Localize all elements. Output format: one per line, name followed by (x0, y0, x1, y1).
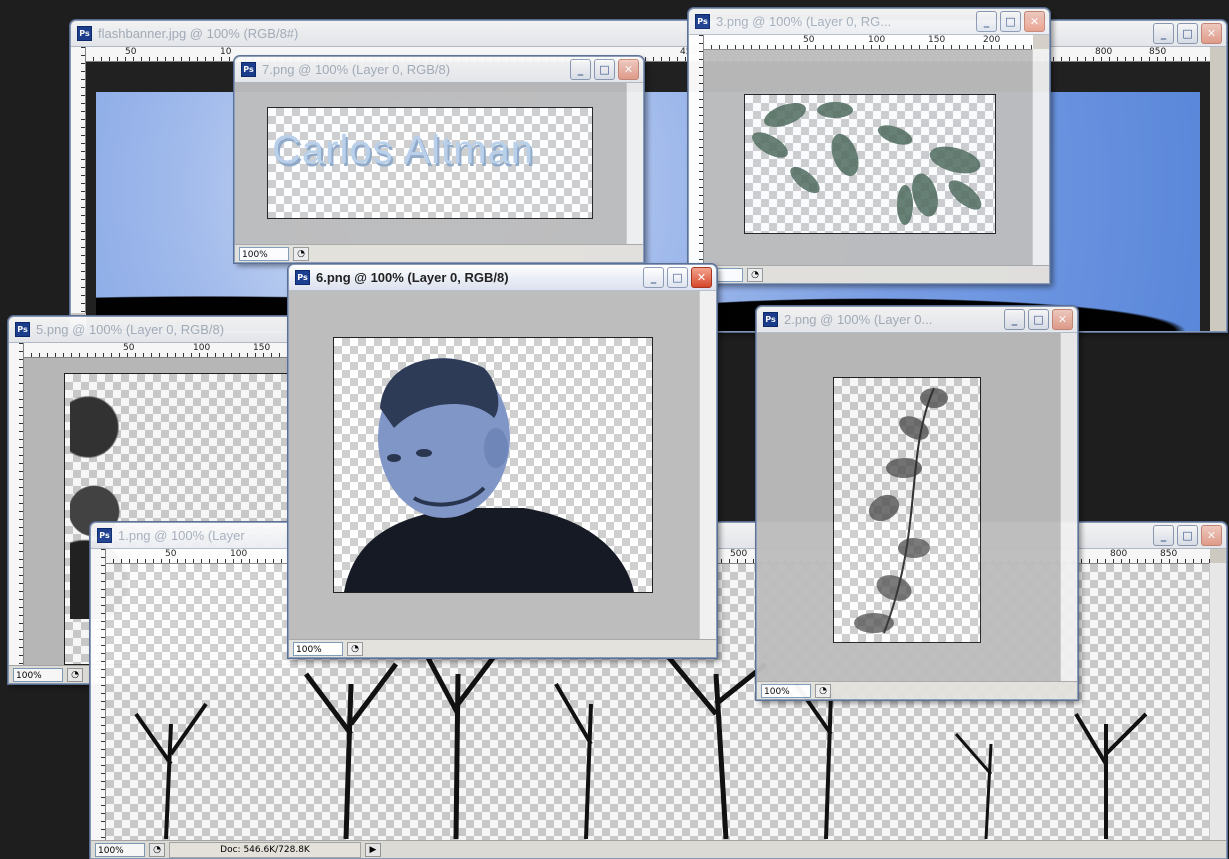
transparent-canvas (333, 337, 653, 593)
vertical-ruler (9, 343, 24, 665)
canvas-area[interactable]: Carlos Altman (235, 83, 627, 244)
window-title: 7.png @ 100% (Layer 0, RGB/8) (262, 62, 451, 77)
status-menu-button[interactable]: ▶ (365, 842, 381, 857)
ruler-tick-label: 800 (1095, 47, 1113, 57)
photoshop-icon: Ps (695, 14, 710, 29)
ruler-tick-label: 200 (983, 35, 1001, 45)
maximize-button[interactable]: □ (1177, 525, 1198, 546)
close-button[interactable]: ✕ (618, 59, 639, 80)
navigator-button[interactable]: ◔ (67, 667, 83, 682)
status-bar: 100% ◔ (757, 681, 1077, 699)
close-button[interactable]: ✕ (1024, 11, 1045, 32)
zoom-field[interactable]: 100% (13, 667, 63, 682)
maximize-button[interactable]: □ (667, 267, 688, 288)
minimize-button[interactable]: _ (643, 267, 664, 288)
maximize-button[interactable]: □ (1000, 11, 1021, 32)
ruler-tick-label: 50 (123, 343, 135, 353)
navigator-button[interactable]: ◔ (815, 683, 831, 698)
vertical-scrollbar[interactable] (1032, 49, 1049, 265)
vertical-ruler (71, 47, 86, 313)
status-bar: 100% ◔ (289, 639, 716, 657)
close-button[interactable]: ✕ (1052, 309, 1073, 330)
zoom-field[interactable]: 100% (293, 641, 343, 656)
floral-graphic (854, 387, 948, 634)
navigator-button[interactable]: ◔ (149, 842, 165, 857)
ruler-tick-label: 50 (125, 47, 137, 57)
window-title: 5.png @ 100% (Layer 0, RGB/8) (36, 322, 225, 337)
photoshop-icon: Ps (97, 528, 112, 543)
ruler-tick-label: 850 (1160, 549, 1178, 559)
ruler-tick-label: 50 (803, 35, 815, 45)
window-title: 3.png @ 100% (Layer 0, RG... (716, 14, 892, 29)
title-bar[interactable]: Ps 2.png @ 100% (Layer 0... _ □ ✕ (757, 307, 1077, 333)
photoshop-icon: Ps (15, 322, 30, 337)
ruler-tick-label: 10 (220, 47, 232, 57)
png2-window[interactable]: Ps 2.png @ 100% (Layer 0... _ □ ✕ 100% ◔ (756, 306, 1078, 700)
vertical-scrollbar[interactable] (1209, 563, 1226, 840)
navigator-button[interactable]: ◔ (347, 641, 363, 656)
photoshop-icon: Ps (763, 312, 778, 327)
status-bar: 100% ◔ (235, 244, 643, 262)
zoom-field[interactable]: 100% (239, 246, 289, 261)
title-bar[interactable]: Ps 6.png @ 100% (Layer 0, RGB/8) _ □ ✕ (289, 265, 716, 291)
close-button[interactable]: ✕ (691, 267, 712, 288)
vertical-scrollbar[interactable] (699, 291, 716, 639)
png6-window[interactable]: Ps 6.png @ 100% (Layer 0, RGB/8) _ □ ✕ 1… (288, 264, 717, 658)
minimize-button[interactable]: _ (1153, 525, 1174, 546)
maximize-button[interactable]: □ (1028, 309, 1049, 330)
canvas-area[interactable] (289, 291, 700, 639)
ruler-tick-label: 100 (230, 549, 248, 559)
ruler-tick-label: 150 (928, 35, 946, 45)
vertical-ruler (91, 549, 106, 840)
close-button[interactable]: ✕ (1201, 23, 1222, 44)
horizontal-ruler: 50 100 150 (23, 343, 288, 358)
canvas-area[interactable] (757, 333, 1061, 681)
photoshop-icon: Ps (241, 62, 256, 77)
photoshop-icon: Ps (77, 26, 92, 41)
maximize-button[interactable]: □ (1177, 23, 1198, 44)
status-bar: % ◔ (689, 265, 1049, 283)
navigator-button[interactable]: ◔ (293, 246, 309, 261)
leaves-graphic (752, 102, 982, 225)
title-bar[interactable]: Ps 5.png @ 100% (Layer 0, RGB/8) (9, 317, 304, 343)
window-title: 2.png @ 100% (Layer 0... (784, 312, 933, 327)
ruler-tick-label: 50 (165, 549, 177, 559)
title-bar[interactable]: Ps 3.png @ 100% (Layer 0, RG... _ □ ✕ (689, 9, 1049, 35)
maximize-button[interactable]: □ (594, 59, 615, 80)
horizontal-ruler: 50 100 150 200 (703, 35, 1033, 50)
transparent-canvas: Carlos Altman (267, 107, 593, 219)
minimize-button[interactable]: _ (976, 11, 997, 32)
ruler-tick-label: 500 (730, 549, 748, 559)
transparent-canvas (744, 94, 996, 234)
minimize-button[interactable]: _ (570, 59, 591, 80)
logo-text: Carlos Altman (272, 128, 534, 172)
vertical-scrollbar[interactable] (626, 83, 643, 244)
zoom-field[interactable]: 100% (761, 683, 811, 698)
window-title: 6.png @ 100% (Layer 0, RGB/8) (316, 270, 509, 285)
minimize-button[interactable]: _ (1153, 23, 1174, 44)
transparent-canvas (833, 377, 981, 643)
doc-size-info: Doc: 546.6K/728.8K (169, 841, 361, 858)
vertical-scrollbar[interactable] (1060, 333, 1077, 681)
ruler-tick-label: 100 (868, 35, 886, 45)
status-bar: 100% ◔ Doc: 546.6K/728.8K ▶ (91, 840, 1226, 858)
zoom-field[interactable]: 100% (95, 842, 145, 857)
ruler-tick-label: 150 (253, 343, 271, 353)
photoshop-icon: Ps (295, 270, 310, 285)
ruler-tick-label: 100 (193, 343, 211, 353)
title-bar[interactable]: Ps flashbanner.jpg @ 100% (RGB/8#) _ □ ✕ (71, 21, 1226, 47)
png3-window[interactable]: Ps 3.png @ 100% (Layer 0, RG... _ □ ✕ 50… (688, 8, 1050, 284)
minimize-button[interactable]: _ (1004, 309, 1025, 330)
ruler-tick-label: 850 (1149, 47, 1167, 57)
vertical-ruler (689, 35, 704, 265)
navigator-button[interactable]: ◔ (747, 267, 763, 282)
title-bar[interactable]: Ps 7.png @ 100% (Layer 0, RGB/8) _ □ ✕ (235, 57, 643, 83)
close-button[interactable]: ✕ (1201, 525, 1222, 546)
canvas-area[interactable] (704, 50, 1033, 265)
ruler-tick-label: 800 (1110, 549, 1128, 559)
portrait-graphic (344, 358, 634, 592)
png7-window[interactable]: Ps 7.png @ 100% (Layer 0, RGB/8) _ □ ✕ C… (234, 56, 644, 263)
